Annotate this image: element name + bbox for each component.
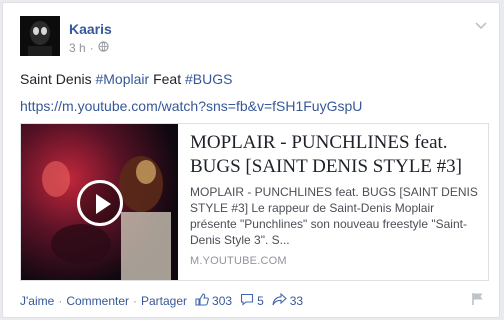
post-meta: 3 h · [69, 41, 109, 55]
share-link[interactable]: Partager [141, 294, 187, 308]
post-text-mid: Feat [149, 71, 185, 87]
shares-count[interactable]: 33 [272, 292, 304, 309]
likes-count-value: 303 [212, 294, 233, 308]
hashtag-moplair[interactable]: #Moplair [95, 71, 149, 87]
comments-count-value: 5 [257, 294, 264, 308]
comment-link[interactable]: Commenter [66, 294, 129, 308]
avatar[interactable] [20, 16, 60, 56]
likes-count[interactable]: 303 [195, 293, 232, 309]
post-card: Kaaris 3 h · Saint Denis #Moplair Feat #… [2, 2, 500, 318]
flag-icon[interactable] [471, 292, 485, 311]
action-bar: J'aime · Commenter · Partager 303 5 33 [20, 292, 485, 309]
globe-icon[interactable] [98, 41, 109, 55]
author-name[interactable]: Kaaris [69, 21, 112, 37]
preview-title[interactable]: MOPLAIR - PUNCHLINES feat. BUGS [SAINT D… [190, 131, 482, 179]
meta-separator: · [89, 41, 94, 55]
action-separator: · [58, 294, 63, 308]
post-text: Saint Denis #Moplair Feat #BUGS [20, 71, 232, 87]
video-thumbnail[interactable] [21, 124, 178, 280]
preview-domain: M.YOUTUBE.COM [190, 255, 287, 267]
play-icon[interactable] [77, 180, 123, 226]
post-time[interactable]: 3 h [69, 41, 86, 55]
post-text-plain: Saint Denis [20, 71, 96, 87]
hashtag-bugs[interactable]: #BUGS [185, 71, 232, 87]
comment-icon [240, 293, 254, 309]
preview-description: MOPLAIR - PUNCHLINES feat. BUGS [SAINT D… [190, 185, 478, 247]
link-preview[interactable]: MOPLAIR - PUNCHLINES feat. BUGS [SAINT D… [20, 123, 489, 281]
avatar-image [20, 16, 60, 56]
chevron-down-icon[interactable] [475, 17, 487, 35]
like-link[interactable]: J'aime [20, 294, 54, 308]
action-separator: · [133, 294, 137, 308]
comments-count[interactable]: 5 [240, 293, 264, 309]
share-icon [272, 292, 287, 309]
shares-count-value: 33 [289, 294, 304, 308]
thumbs-up-icon [195, 293, 209, 309]
post-link[interactable]: https://m.youtube.com/watch?sns=fb&v=fSH… [20, 98, 362, 114]
